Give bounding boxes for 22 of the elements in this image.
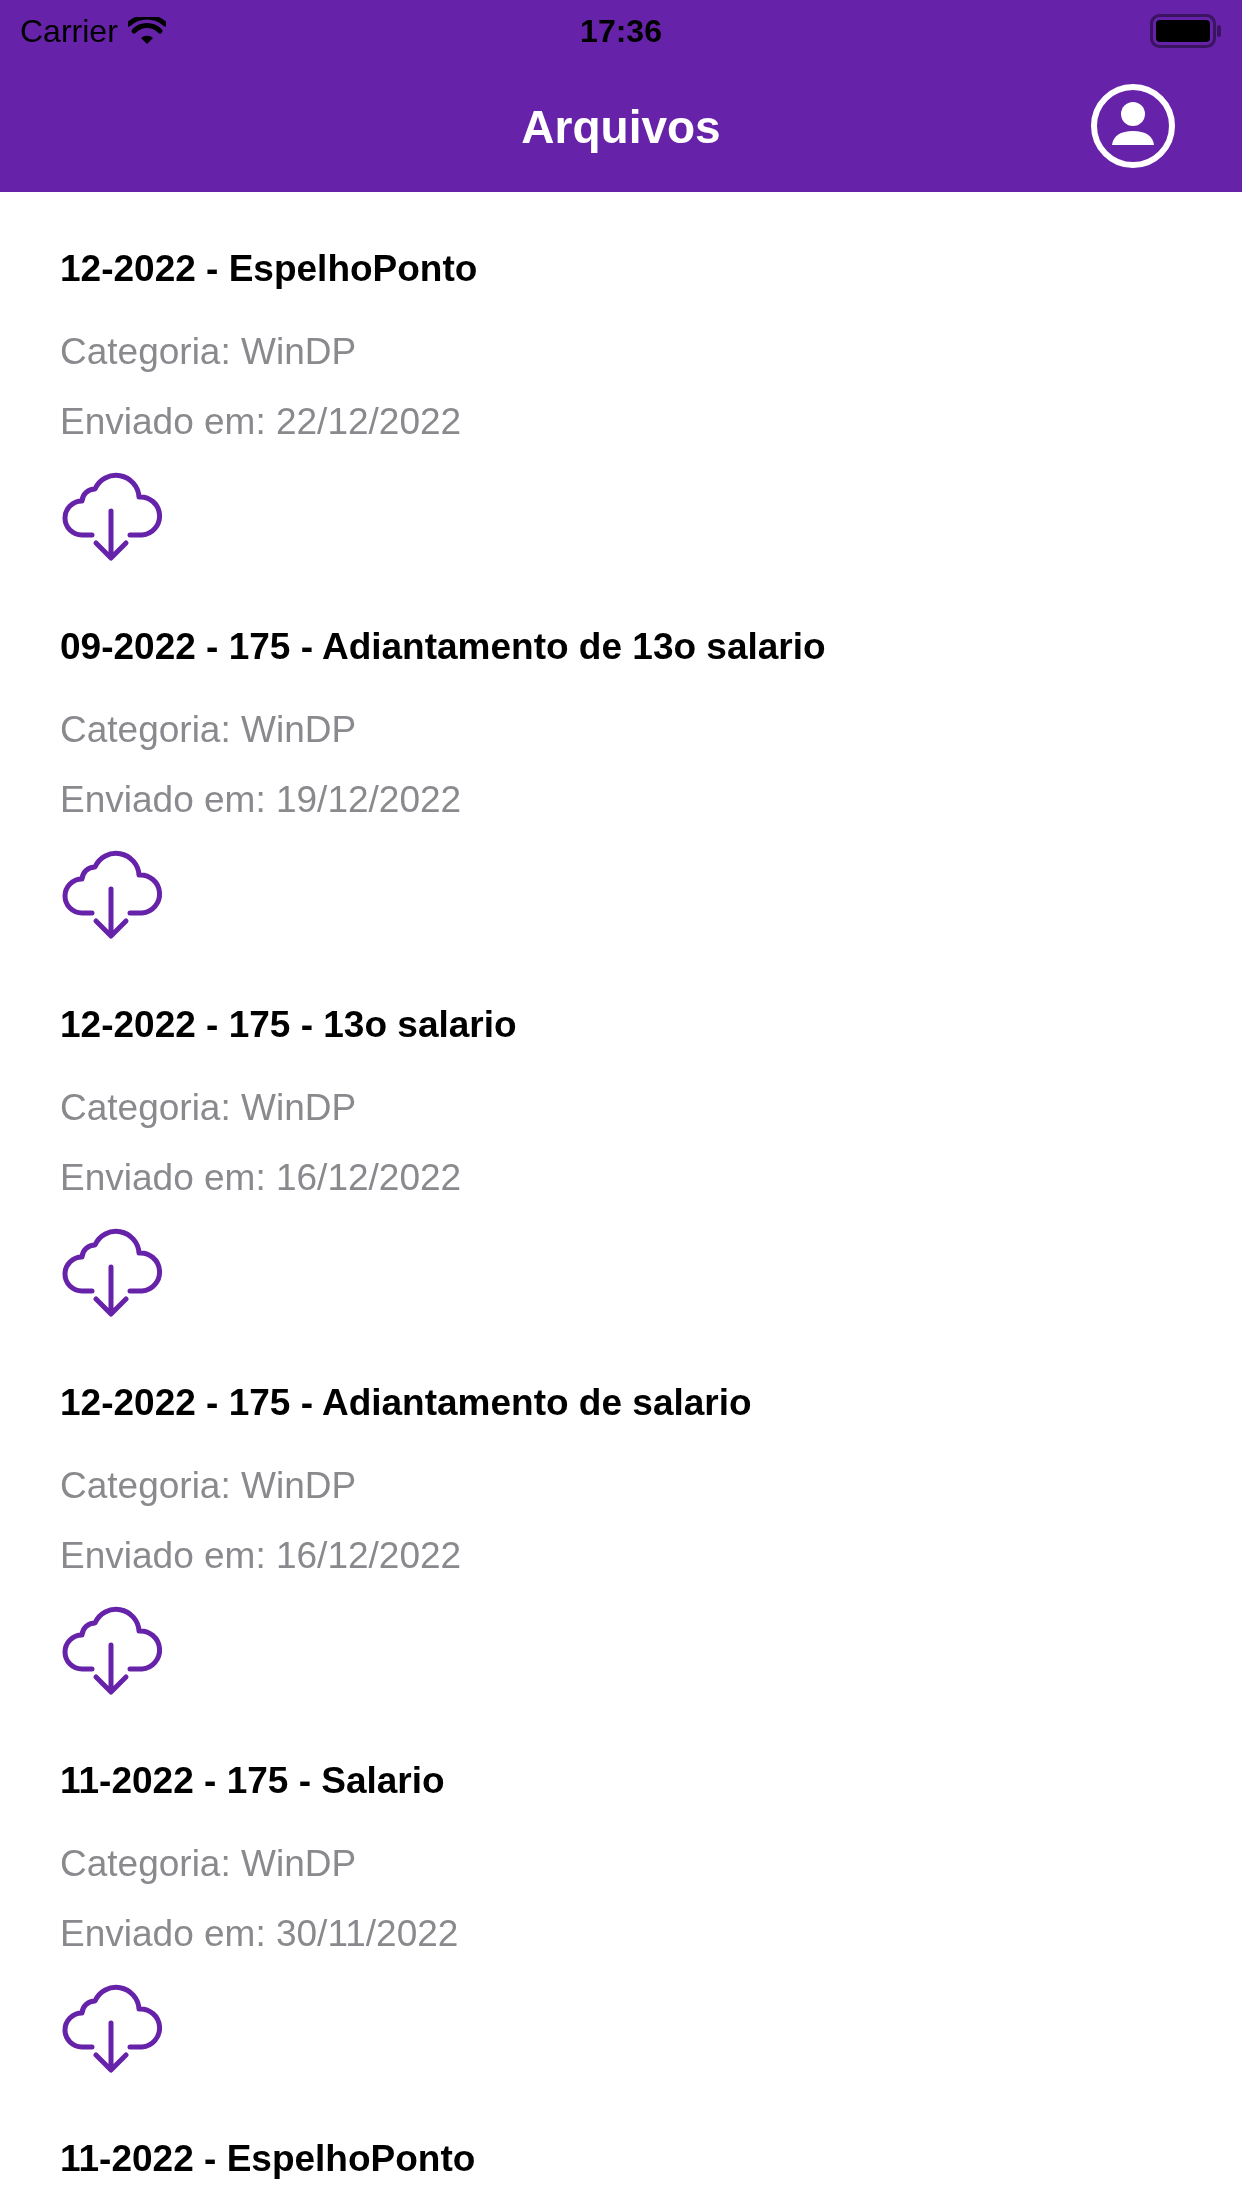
- battery-icon: [1150, 14, 1222, 48]
- sent-date-label: Enviado em: 16/12/2022: [60, 1156, 463, 1200]
- sent-date-label: Enviado em: 16/12/2022: [60, 1534, 463, 1578]
- category-label: Categoria: WinDP: [60, 330, 358, 374]
- sent-date-label: Enviado em: 30/11/2022: [60, 1912, 460, 1956]
- screen-title: Arquivos: [521, 100, 721, 154]
- category-label: Categoria: WinDP: [60, 1842, 358, 1886]
- file-title: 12-2022 - EspelhoPonto: [60, 247, 479, 291]
- file-title: 11-2022 - 175 - Salario: [60, 1759, 446, 1803]
- category-label: Categoria: WinDP: [60, 1086, 358, 1130]
- wifi-icon: [127, 17, 166, 45]
- file-title: 11-2022 - EspelhoPonto: [60, 2137, 477, 2181]
- file-title: 12-2022 - 175 - 13o salario: [60, 1003, 518, 1047]
- sent-date-label: Enviado em: 19/12/2022: [60, 778, 463, 822]
- file-title: 12-2022 - 175 - Adiantamento de salario: [60, 1381, 753, 1425]
- profile-icon[interactable]: [1090, 83, 1176, 169]
- clock: 17:36: [580, 12, 662, 50]
- carrier-label: Carrier: [20, 12, 118, 50]
- category-label: Categoria: WinDP: [60, 708, 358, 752]
- sent-date-label: Enviado em: 22/12/2022: [60, 400, 463, 444]
- category-label: Categoria: WinDP: [60, 1464, 358, 1508]
- file-title: 09-2022 - 175 - Adiantamento de 13o salario: [60, 625, 827, 669]
